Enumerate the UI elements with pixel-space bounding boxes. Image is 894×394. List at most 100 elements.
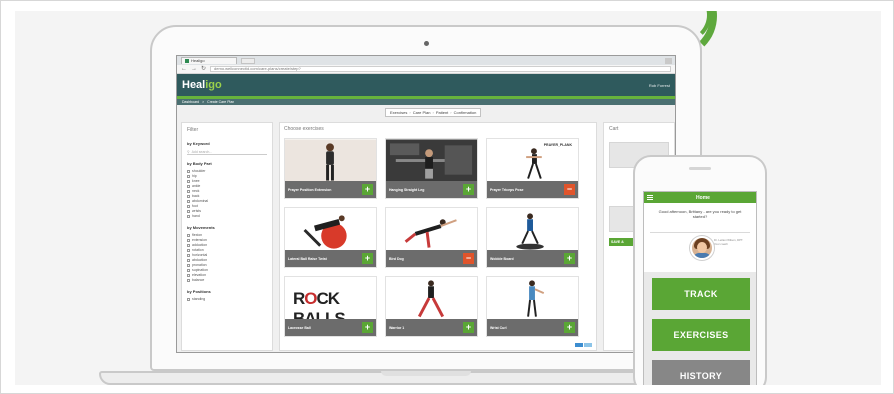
device-mockup-stage: Healigo ← → ↻ demo.wellconnectid.com/car… bbox=[15, 11, 881, 385]
checkbox[interactable] bbox=[187, 170, 190, 173]
healigo-logo[interactable]: Healigo bbox=[182, 79, 222, 91]
checkbox[interactable] bbox=[187, 190, 190, 193]
checkbox[interactable] bbox=[187, 185, 190, 188]
exercise-card[interactable]: Bird Dog − bbox=[385, 207, 478, 268]
pager-segment[interactable] bbox=[575, 343, 583, 347]
logo-letter-accent: O bbox=[304, 289, 317, 308]
checkbox[interactable] bbox=[187, 264, 190, 267]
exercise-card[interactable]: Warrior 1 + bbox=[385, 276, 478, 337]
checkbox[interactable] bbox=[187, 195, 190, 198]
filter-title: Filter bbox=[187, 127, 199, 133]
remove-exercise-button[interactable]: − bbox=[564, 184, 575, 195]
checkbox[interactable] bbox=[187, 215, 190, 218]
logo-text: Heal bbox=[182, 79, 206, 91]
exercise-card-footer: Lacrosse Ball + bbox=[285, 319, 376, 336]
phone-screen: Home Good afternoon, Brittany - are you … bbox=[643, 191, 757, 385]
exercise-card-footer: Bird Dog − bbox=[386, 250, 477, 267]
checkbox[interactable] bbox=[187, 298, 190, 301]
exercise-card[interactable]: Wrist Curl + bbox=[486, 276, 579, 337]
exercise-photo bbox=[386, 277, 477, 321]
exercise-name: Wobble Board bbox=[490, 256, 514, 261]
breadcrumb-current: Create Care Plan bbox=[207, 100, 235, 104]
checkbox[interactable] bbox=[187, 234, 190, 237]
new-tab-button[interactable] bbox=[241, 57, 255, 64]
checkbox[interactable] bbox=[187, 244, 190, 247]
filter-option[interactable]: standing bbox=[187, 297, 267, 302]
step-confirmation[interactable]: Confirmation bbox=[454, 110, 477, 115]
step-patient[interactable]: Patient bbox=[436, 110, 448, 115]
logo-accent-text: igo bbox=[205, 79, 222, 91]
window-close-icon[interactable] bbox=[665, 57, 672, 64]
coach-note: Dr. Leilani Wilson, DPT. Your coach bbox=[714, 238, 744, 246]
history-button[interactable]: HISTORY bbox=[652, 360, 750, 385]
reload-icon[interactable]: ↻ bbox=[201, 65, 206, 73]
add-exercise-button[interactable]: + bbox=[362, 184, 373, 195]
url-field[interactable]: demo.wellconnectid.com/care-plans/create… bbox=[210, 66, 671, 72]
filter-option-label: standing bbox=[192, 297, 206, 301]
pagination-toggle[interactable] bbox=[575, 343, 592, 347]
movements-heading: by Movements bbox=[187, 225, 215, 230]
exercise-photo bbox=[487, 208, 578, 252]
exercise-card[interactable]: ROCK BALLS Lacrosse Ball + bbox=[284, 276, 377, 337]
checkbox[interactable] bbox=[187, 269, 190, 272]
add-exercise-button[interactable]: + bbox=[362, 253, 373, 264]
logo-letters: CK bbox=[316, 289, 341, 308]
pager-segment[interactable] bbox=[584, 343, 592, 347]
checkbox[interactable] bbox=[187, 274, 190, 277]
coach-avatar[interactable] bbox=[690, 236, 714, 260]
exercise-panel: Choose exercises Prayer Position Extensi… bbox=[279, 122, 597, 351]
exercises-button[interactable]: EXERCISES bbox=[652, 319, 750, 351]
laptop-screen: Healigo ← → ↻ demo.wellconnectid.com/car… bbox=[176, 55, 676, 353]
exercise-name: Prayer Triceps Pose bbox=[490, 187, 524, 192]
keyword-heading: by Keyword bbox=[187, 141, 210, 146]
step-care-plan[interactable]: Care Plan bbox=[413, 110, 431, 115]
breadcrumb-dashboard[interactable]: Dashboard bbox=[182, 100, 199, 104]
track-button[interactable]: TRACK bbox=[652, 278, 750, 310]
add-exercise-button[interactable]: + bbox=[463, 322, 474, 333]
checkbox[interactable] bbox=[187, 210, 190, 213]
phone-screen-title: Home bbox=[696, 194, 710, 201]
remove-exercise-button[interactable]: − bbox=[463, 253, 474, 264]
exercise-photo bbox=[386, 139, 477, 183]
browser-tab-strip: Healigo bbox=[177, 56, 675, 65]
wizard-steps: Exercises › Care Plan › Patient › Confir… bbox=[385, 108, 482, 117]
exercise-name: Bird Dog bbox=[389, 256, 404, 261]
filter-option[interactable]: balance bbox=[187, 278, 267, 283]
exercise-photo bbox=[285, 208, 376, 252]
step-exercises[interactable]: Exercises bbox=[390, 110, 407, 115]
step-separator: › bbox=[450, 110, 452, 115]
step-separator: › bbox=[432, 110, 434, 115]
checkbox[interactable] bbox=[187, 259, 190, 262]
add-exercise-button[interactable]: + bbox=[463, 184, 474, 195]
laptop-notch bbox=[381, 371, 471, 376]
positions-heading: by Positions bbox=[187, 289, 211, 294]
add-exercise-button[interactable]: + bbox=[564, 322, 575, 333]
add-exercise-button[interactable]: + bbox=[362, 322, 373, 333]
checkbox[interactable] bbox=[187, 200, 190, 203]
forward-arrow-icon[interactable]: → bbox=[191, 65, 197, 73]
exercise-card[interactable]: Prayer Position Extension + bbox=[284, 138, 377, 199]
menu-icon[interactable] bbox=[647, 195, 653, 200]
phone-app-bar: Home bbox=[644, 192, 756, 203]
filter-option[interactable]: hand bbox=[187, 214, 267, 219]
exercise-name: Prayer Position Extension bbox=[288, 187, 332, 192]
exercise-name: Lacrosse Ball bbox=[288, 325, 311, 330]
checkbox[interactable] bbox=[187, 205, 190, 208]
back-arrow-icon[interactable]: ← bbox=[181, 65, 187, 73]
checkbox[interactable] bbox=[187, 249, 190, 252]
exercise-name: Warrior 1 bbox=[389, 325, 405, 330]
exercise-card[interactable]: Hanging Straight Leg + bbox=[385, 138, 478, 199]
user-menu[interactable]: Rob Forrest bbox=[649, 83, 670, 88]
logo-letter: R bbox=[293, 289, 305, 308]
browser-tab[interactable]: Healigo bbox=[181, 57, 237, 64]
exercise-card[interactable]: Wobble Board + bbox=[486, 207, 579, 268]
keyword-search-input[interactable]: ⚲ Add search... bbox=[187, 149, 267, 155]
exercise-card[interactable]: PRAYER_PLANK Prayer Triceps Pose − bbox=[486, 138, 579, 199]
checkbox[interactable] bbox=[187, 180, 190, 183]
checkbox[interactable] bbox=[187, 254, 190, 257]
checkbox[interactable] bbox=[187, 279, 190, 282]
checkbox[interactable] bbox=[187, 175, 190, 178]
checkbox[interactable] bbox=[187, 239, 190, 242]
exercise-card[interactable]: Lateral Ball Raise Twist + bbox=[284, 207, 377, 268]
add-exercise-button[interactable]: + bbox=[564, 253, 575, 264]
